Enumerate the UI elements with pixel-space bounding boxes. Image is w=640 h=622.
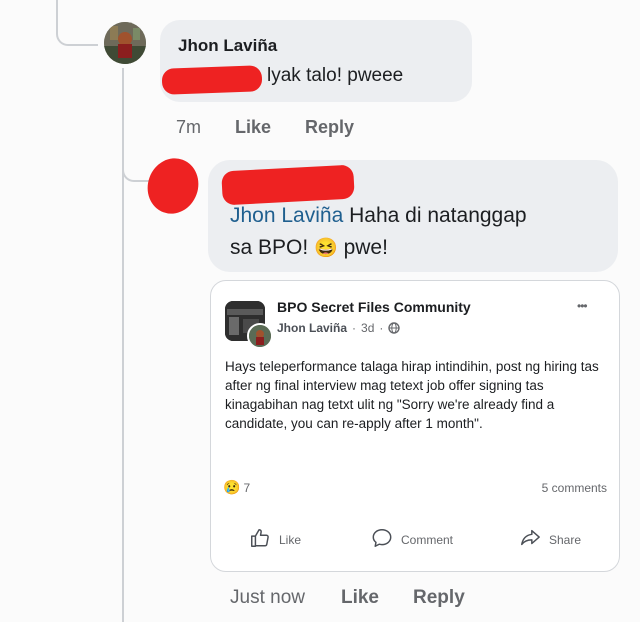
separator: ·	[379, 321, 384, 335]
post-author[interactable]: Jhon Laviña	[277, 321, 347, 335]
comment-text-part1: Haha di natanggap	[349, 204, 527, 227]
post-comment-button[interactable]: Comment	[371, 527, 453, 552]
comment-meta-2: Just now Like Reply	[230, 584, 465, 612]
comment-icon	[371, 527, 393, 552]
comment-text-part3: pwe!	[343, 236, 388, 259]
comment-label: Comment	[401, 532, 454, 547]
reaction-summary[interactable]: 😢 7	[223, 479, 250, 496]
thread-line-top	[56, 0, 58, 32]
reaction-count: 7	[243, 480, 251, 495]
comment-text-line1: Jhon Laviña Haha di natanggap	[230, 204, 527, 228]
comment-bubble-2: Jhon Laviña Haha di natanggap sa BPO! 😆 …	[208, 160, 618, 272]
group-name[interactable]: BPO Secret Files Community	[277, 299, 471, 315]
thread-line-main	[122, 68, 124, 622]
thumbs-up-icon	[249, 527, 271, 552]
reply-button[interactable]: Reply	[413, 587, 465, 609]
comment-text-part2: sa BPO!	[230, 236, 309, 259]
sad-reaction-icon: 😢	[223, 479, 241, 495]
mention-jhon[interactable]: Jhon Laviña	[230, 204, 343, 227]
like-button[interactable]: Like	[235, 117, 271, 138]
comment-text-line2: sa BPO! 😆 pwe!	[230, 236, 388, 260]
comments-count[interactable]: 5 comments	[542, 481, 607, 495]
post-like-button[interactable]: Like	[249, 527, 301, 552]
post-share-button[interactable]: Share	[519, 527, 581, 552]
share-icon	[519, 527, 541, 552]
like-label: Like	[279, 532, 302, 547]
comment-bubble-1: Jhon Laviña lyak talo! pweee	[160, 20, 472, 102]
comment-time: 7m	[176, 116, 202, 137]
comment-meta-1: 7m Like Reply	[176, 114, 354, 140]
redacted-mention	[161, 65, 263, 95]
globe-icon	[388, 322, 401, 334]
thread-line-top-curve	[56, 30, 98, 46]
author-avatar-small[interactable]	[247, 323, 273, 349]
post-body: Hays teleperformance talaga hirap intind…	[225, 359, 599, 431]
comment-text: lyak talo! pweee	[267, 65, 404, 86]
comment-time: Just now	[230, 587, 305, 608]
shared-post-card[interactable]: BPO Secret Files Community Jhon Laviña ·…	[210, 280, 620, 572]
like-button[interactable]: Like	[341, 587, 379, 609]
comment-author[interactable]: Jhon Laviña	[178, 36, 277, 56]
separator: ·	[352, 321, 357, 335]
avatar-jhon[interactable]	[104, 22, 146, 64]
more-icon[interactable]: •••	[577, 299, 588, 313]
reply-button[interactable]: Reply	[305, 117, 354, 138]
post-meta: Jhon Laviña · 3d ·	[277, 321, 401, 335]
laughing-emoji-icon: 😆	[314, 238, 338, 259]
redacted-author	[221, 164, 355, 206]
share-label: Share	[549, 532, 582, 547]
thread-line-reply-curve	[122, 160, 152, 182]
post-time[interactable]: 3d	[361, 321, 374, 335]
